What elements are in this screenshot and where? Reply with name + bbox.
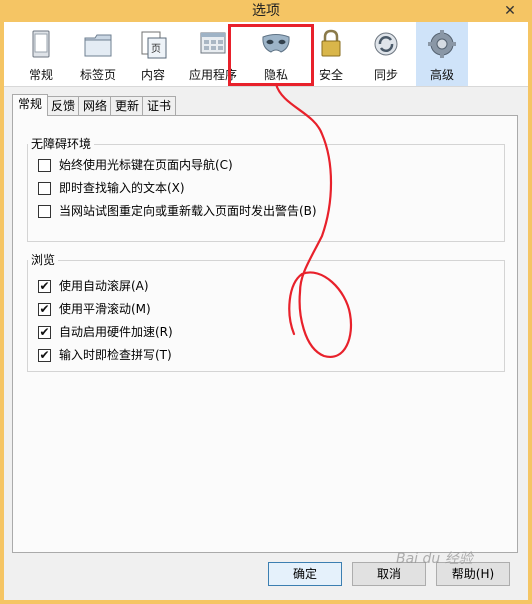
- options-window: 选项 ✕ 常规 标签页 页 内容 应用程序 隐私 安全 同步 高级 常规 反馈 …: [0, 0, 532, 604]
- annotation-red-curve: [274, 82, 352, 358]
- close-icon[interactable]: ✕: [502, 3, 518, 19]
- client-area: 常规 标签页 页 内容 应用程序 隐私 安全 同步 高级 常规 反馈 网络 更新…: [4, 22, 528, 600]
- watermark: Bai du 经验: [396, 551, 473, 567]
- tab-general[interactable]: 常规: [12, 94, 48, 116]
- title-bar[interactable]: 选项 ✕: [0, 0, 532, 22]
- window-title: 选项: [252, 3, 280, 19]
